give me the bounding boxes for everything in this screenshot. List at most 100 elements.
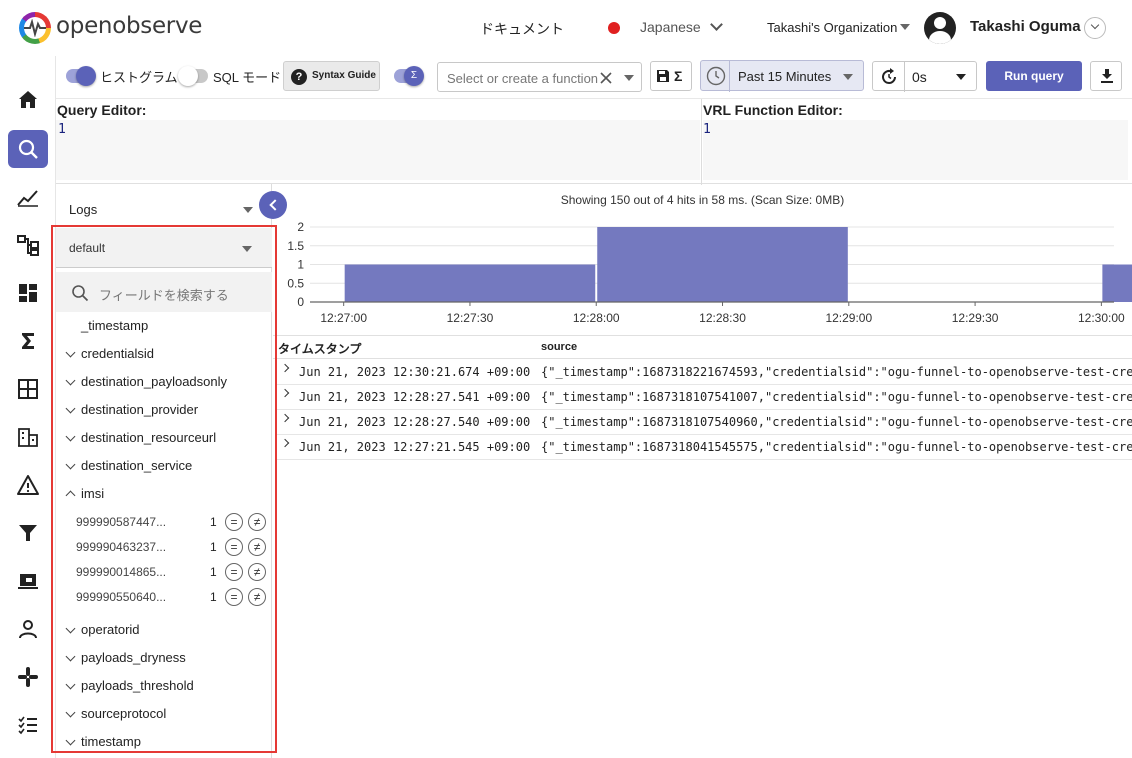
syntax-guide-button[interactable]: ? Syntax Guide xyxy=(283,61,380,91)
histogram-bar xyxy=(344,264,596,302)
run-query-button[interactable]: Run query xyxy=(986,61,1082,91)
table-row[interactable]: Jun 21, 2023 12:28:27.541 +09:00 {"_time… xyxy=(277,385,1132,410)
table-row[interactable]: Jun 21, 2023 12:27:21.545 +09:00 {"_time… xyxy=(277,435,1132,460)
organization-selector[interactable]: Takashi's Organization xyxy=(767,20,897,35)
include-equals-icon[interactable]: = xyxy=(225,563,243,581)
vrl-editor-title: VRL Function Editor: xyxy=(703,102,843,118)
nav-metrics[interactable] xyxy=(8,178,48,216)
function-select[interactable]: Select or create a function xyxy=(437,62,642,92)
histogram-toggle[interactable] xyxy=(66,66,96,86)
column-header-source[interactable]: source xyxy=(541,341,577,353)
user-icon xyxy=(19,620,37,639)
avatar[interactable] xyxy=(924,12,956,44)
nav-ingestion[interactable] xyxy=(8,562,48,600)
nav-dashboards[interactable] xyxy=(8,274,48,312)
nav-home[interactable] xyxy=(8,81,48,119)
field-item-destination-provider[interactable]: destination_provider xyxy=(56,396,272,424)
field-item-timestamp[interactable]: timestamp xyxy=(56,728,272,756)
row-source: {"_timestamp":1687318107541007,"credenti… xyxy=(541,390,1132,404)
toggle-knob xyxy=(76,66,96,86)
exclude-not-equals-icon[interactable]: ≠ xyxy=(248,588,266,606)
field-item-timestamp-internal[interactable]: _timestamp xyxy=(56,312,272,340)
include-equals-icon[interactable]: = xyxy=(225,513,243,531)
caret-down-icon xyxy=(624,75,634,81)
row-timestamp: Jun 21, 2023 12:28:27.540 +09:00 xyxy=(299,415,531,429)
nav-about[interactable] xyxy=(8,706,48,744)
field-search-input[interactable]: フィールドを検索する xyxy=(56,272,272,312)
caret-down-icon xyxy=(243,207,253,213)
caret-down-icon xyxy=(956,74,966,80)
field-item-destination-resourceurl[interactable]: destination_resourceurl xyxy=(56,424,272,452)
row-timestamp: Jun 21, 2023 12:30:21.674 +09:00 xyxy=(299,365,531,379)
field-item-destination-payloadsonly[interactable]: destination_payloadsonly xyxy=(56,368,272,396)
nav-slack[interactable] xyxy=(8,658,48,696)
caret-down-icon xyxy=(242,246,252,252)
checklist-icon xyxy=(18,716,37,735)
collapse-panel-button[interactable] xyxy=(259,191,287,219)
field-item-imsi[interactable]: imsi xyxy=(56,480,272,508)
field-item-payloads-threshold[interactable]: payloads_threshold xyxy=(56,672,272,700)
function-toggle[interactable]: Σ xyxy=(394,66,424,86)
table-row[interactable]: Jun 21, 2023 12:28:27.540 +09:00 {"_time… xyxy=(277,410,1132,435)
field-item-destination-service[interactable]: destination_service xyxy=(56,452,272,480)
syntax-guide-label: Syntax Guide xyxy=(312,70,376,81)
nav-functions[interactable] xyxy=(8,322,48,360)
language-selector[interactable]: Japanese xyxy=(640,19,701,35)
clear-icon[interactable] xyxy=(600,72,612,84)
exclude-not-equals-icon[interactable]: ≠ xyxy=(248,563,266,581)
vrl-function-editor[interactable]: 1 xyxy=(703,120,1128,180)
expand-row-icon[interactable] xyxy=(280,363,290,373)
user-name[interactable]: Takashi Oguma xyxy=(970,18,1081,35)
nav-streams[interactable] xyxy=(8,370,48,408)
field-item-operatorid[interactable]: operatorid xyxy=(56,616,272,644)
exclude-not-equals-icon[interactable]: ≠ xyxy=(248,538,266,556)
expand-row-icon[interactable] xyxy=(280,438,290,448)
auto-refresh-selector[interactable]: 0s xyxy=(872,61,977,92)
field-item-payloads-dryness[interactable]: payloads_dryness xyxy=(56,644,272,672)
chevron-down-icon[interactable] xyxy=(710,18,723,31)
x-tick-label: 12:27:30 xyxy=(447,311,494,325)
x-tick-label: 12:27:00 xyxy=(320,311,367,325)
download-button[interactable] xyxy=(1090,61,1122,91)
histogram-label: ヒストグラム xyxy=(100,70,178,85)
pulse-icon xyxy=(24,19,46,37)
stream-name-select[interactable]: default xyxy=(56,228,272,268)
nav-traces[interactable] xyxy=(8,226,48,264)
field-search-placeholder: フィールドを検索する xyxy=(99,288,229,303)
nav-alerts[interactable] xyxy=(8,466,48,504)
stream-type-select[interactable]: Logs xyxy=(56,188,256,226)
chevron-down-icon xyxy=(65,679,76,690)
brand-name[interactable]: openobserve xyxy=(56,13,202,39)
time-range-picker[interactable]: Past 15 Minutes xyxy=(700,60,864,92)
expand-row-icon[interactable] xyxy=(280,388,290,398)
exclude-not-equals-icon[interactable]: ≠ xyxy=(248,513,266,531)
nav-iam[interactable] xyxy=(8,610,48,648)
include-equals-icon[interactable]: = xyxy=(225,538,243,556)
sql-mode-toggle[interactable] xyxy=(178,66,208,86)
row-source: {"_timestamp":1687318041545575,"credenti… xyxy=(541,440,1132,454)
nav-logs[interactable] xyxy=(8,130,48,168)
query-editor[interactable]: 1 xyxy=(56,120,700,180)
sigma-icon: Σ xyxy=(674,68,683,84)
expand-row-icon[interactable] xyxy=(280,413,290,423)
column-header-timestamp[interactable]: タイムスタンプ xyxy=(278,340,361,357)
table-row[interactable]: Jun 21, 2023 12:30:21.674 +09:00 {"_time… xyxy=(277,360,1132,385)
query-editor-title: Query Editor: xyxy=(57,102,147,118)
editors-panel: Query Editor: 1 VRL Function Editor: 1 xyxy=(56,98,1132,185)
building-icon xyxy=(18,428,38,447)
field-item-sourceprotocol[interactable]: sourceprotocol xyxy=(56,700,272,728)
nav-organizations[interactable] xyxy=(8,418,48,456)
docs-link[interactable]: ドキュメント xyxy=(480,19,564,39)
save-function-button[interactable]: Σ xyxy=(650,61,692,91)
save-icon xyxy=(657,70,669,82)
include-equals-icon[interactable]: = xyxy=(225,588,243,606)
function-placeholder: Select or create a function xyxy=(447,71,599,86)
user-menu-button[interactable] xyxy=(1084,17,1106,39)
caret-down-icon[interactable] xyxy=(900,24,910,30)
field-item-credentialsid[interactable]: credentialsid xyxy=(56,340,272,368)
table-header: タイムスタンプ source xyxy=(273,335,1132,359)
nav-pipelines[interactable] xyxy=(8,514,48,552)
field-value-count: 1 xyxy=(210,590,217,604)
row-source: {"_timestamp":1687318221674593,"credenti… xyxy=(541,365,1132,379)
y-tick-label: 1.5 xyxy=(287,239,304,253)
